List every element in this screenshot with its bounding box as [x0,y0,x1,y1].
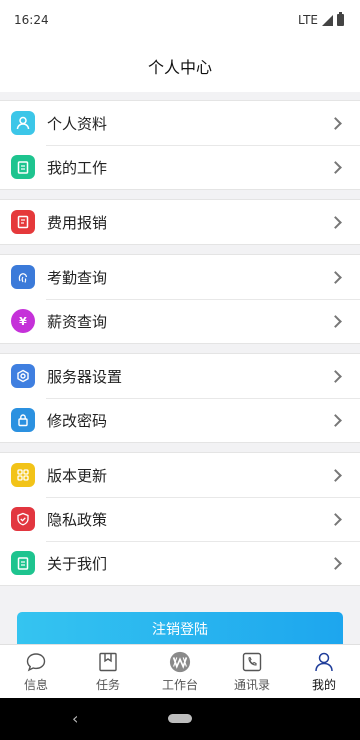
tab-label: 我的 [311,677,336,692]
network-type: LTE [298,13,318,27]
yen-icon: ¥ [11,309,35,333]
logout-button[interactable]: 注销登陆 [17,612,343,646]
chevron-right-icon [329,215,342,229]
menu-item-label: 版本更新 [47,466,108,485]
chevron-right-icon [329,116,342,130]
menu-list: 个人资料 我的工作 费用报销 考勤查询 ¥ 薪资查询 服务器设置 修改密码 版本… [0,100,360,595]
back-icon[interactable]: ‹ [72,709,78,728]
grid-icon [11,463,35,487]
status-bar: 16:24 LTE [0,0,360,40]
chevron-right-icon [329,270,342,284]
user-icon [11,111,35,135]
signal-icon [322,14,333,26]
menu-item-label: 服务器设置 [47,367,123,386]
settings-icon [11,364,35,388]
receipt-icon [11,210,35,234]
bottom-tab-bar: 信息 任务 工作台 通讯录 我的 [0,644,360,698]
menu-group: 考勤查询 ¥ 薪资查询 [0,254,360,344]
system-nav-bar: ‹ [0,698,360,740]
chevron-right-icon [329,413,342,427]
tab-contacts[interactable]: 通讯录 [216,645,288,698]
menu-group: 个人资料 我的工作 [0,100,360,190]
menu-item-label: 隐私政策 [47,510,108,529]
chevron-right-icon [329,468,342,482]
battery-icon [337,12,344,26]
chevron-right-icon [329,556,342,570]
menu-item-about-us[interactable]: 关于我们 [0,541,360,585]
menu-item-version-update[interactable]: 版本更新 [0,453,360,497]
menu-item-change-password[interactable]: 修改密码 [0,398,360,442]
status-indicators: LTE [298,12,344,27]
menu-item-attendance[interactable]: 考勤查询 [0,255,360,299]
fingerprint-icon [11,265,35,289]
menu-item-my-work[interactable]: 我的工作 [0,145,360,189]
menu-item-label: 薪资查询 [47,312,108,331]
tab-mine[interactable]: 我的 [288,645,360,698]
tab-tasks[interactable]: 任务 [72,645,144,698]
shield-icon [11,507,35,531]
menu-item-label: 修改密码 [47,411,108,430]
tab-label: 工作台 [161,677,198,692]
clipboard-icon [11,155,35,179]
menu-item-profile[interactable]: 个人资料 [0,101,360,145]
menu-item-salary[interactable]: ¥ 薪资查询 [0,299,360,343]
page-title: 个人中心 [147,58,212,77]
tab-label: 信息 [23,677,48,692]
workbench-logo-icon [169,651,191,673]
chevron-right-icon [329,314,342,328]
tab-messages[interactable]: 信息 [0,645,72,698]
menu-item-label: 费用报销 [47,213,108,232]
menu-item-label: 关于我们 [47,554,108,573]
clipboard-icon [11,551,35,575]
tab-workbench[interactable]: 工作台 [144,645,216,698]
title-bar: 个人中心 [0,40,360,92]
status-time: 16:24 [14,13,49,27]
menu-item-label: 个人资料 [47,114,108,133]
menu-group: 服务器设置 修改密码 [0,353,360,443]
lock-icon [11,408,35,432]
menu-item-privacy-policy[interactable]: 隐私政策 [0,497,360,541]
menu-item-label: 我的工作 [47,158,108,177]
chevron-right-icon [329,160,342,174]
bookmark-icon [97,651,119,673]
menu-item-expense[interactable]: 费用报销 [0,200,360,244]
tab-label: 任务 [95,677,120,692]
chevron-right-icon [329,369,342,383]
home-pill-icon[interactable] [168,714,192,723]
person-icon [313,651,335,673]
phone-icon [241,651,263,673]
menu-item-server-settings[interactable]: 服务器设置 [0,354,360,398]
logout-area: 注销登陆 [17,612,343,646]
chevron-right-icon [329,512,342,526]
menu-group: 费用报销 [0,199,360,245]
chat-bubble-icon [25,651,47,673]
tab-label: 通讯录 [233,677,270,692]
menu-item-label: 考勤查询 [47,268,108,287]
menu-group: 版本更新 隐私政策 关于我们 [0,452,360,586]
